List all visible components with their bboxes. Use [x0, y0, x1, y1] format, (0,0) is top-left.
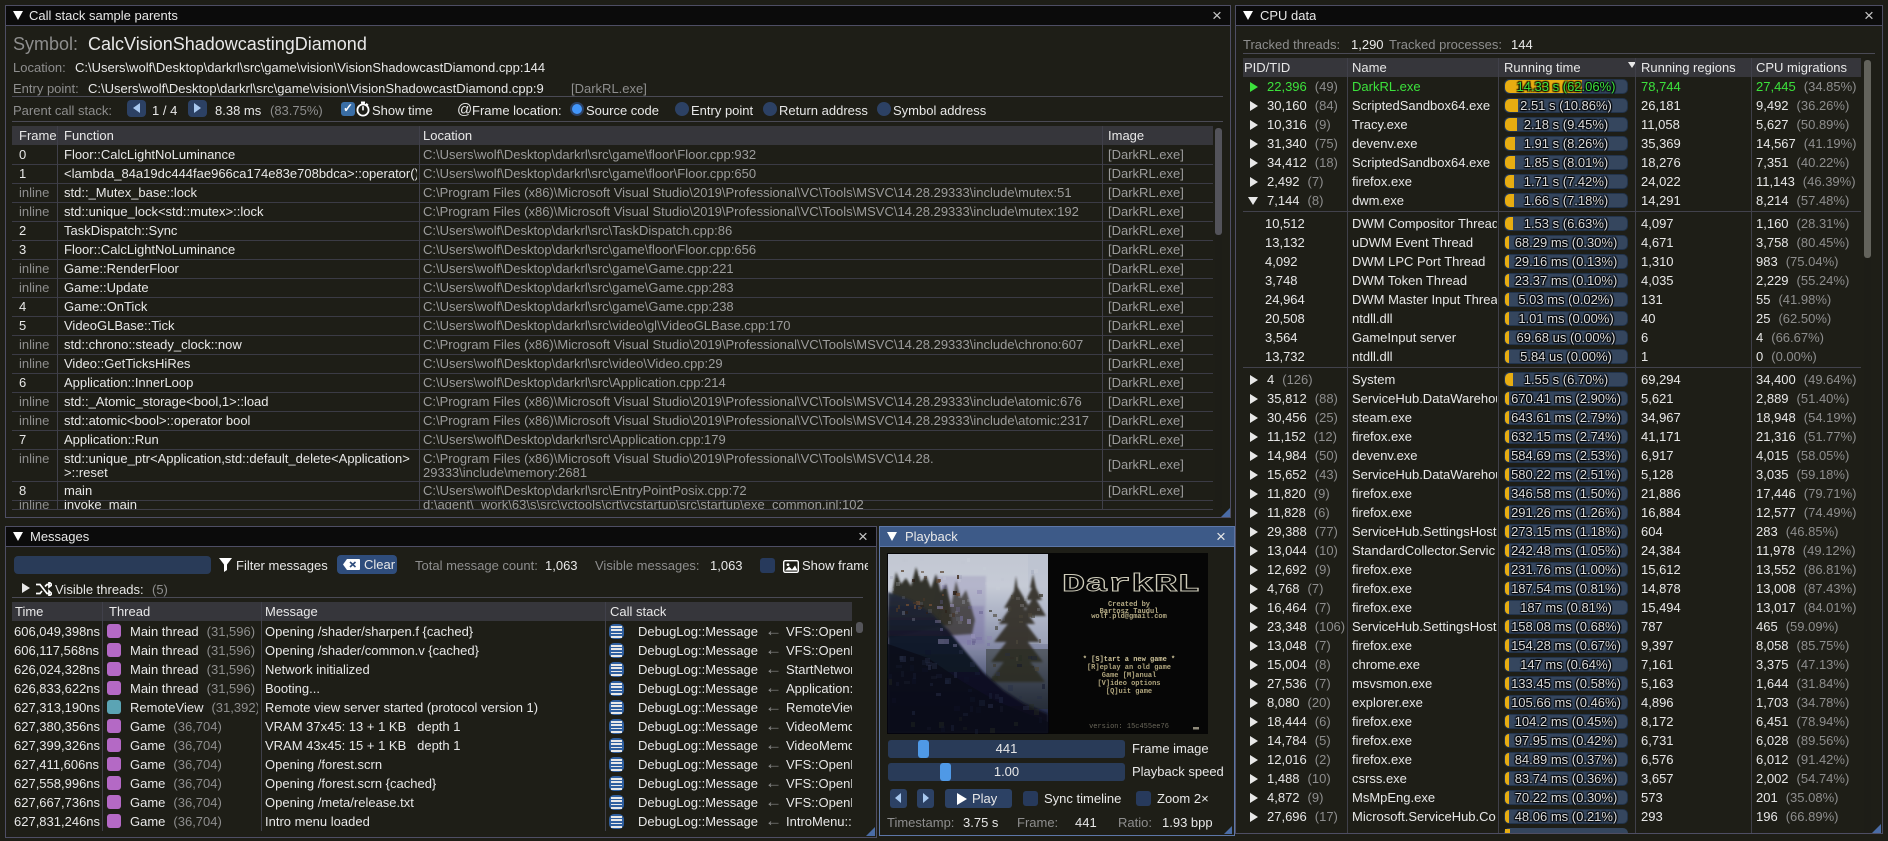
svg-text:* [S]tart a new game *: * [S]tart a new game * [1083, 656, 1175, 664]
svg-text:wolf.pld@gmail.com: wolf.pld@gmail.com [1091, 613, 1167, 621]
svg-text:version: 15c455ee76: version: 15c455ee76 [1089, 723, 1169, 731]
svg-text:DarkRL: DarkRL [1062, 570, 1200, 599]
svg-text:[V]ideo options: [V]ideo options [1097, 680, 1160, 688]
svg-text:Game [M]anual: Game [M]anual [1102, 672, 1157, 680]
svg-text:[Q]uit game: [Q]uit game [1106, 688, 1152, 696]
svg-text:[R]eplay an old game: [R]eplay an old game [1087, 664, 1171, 672]
